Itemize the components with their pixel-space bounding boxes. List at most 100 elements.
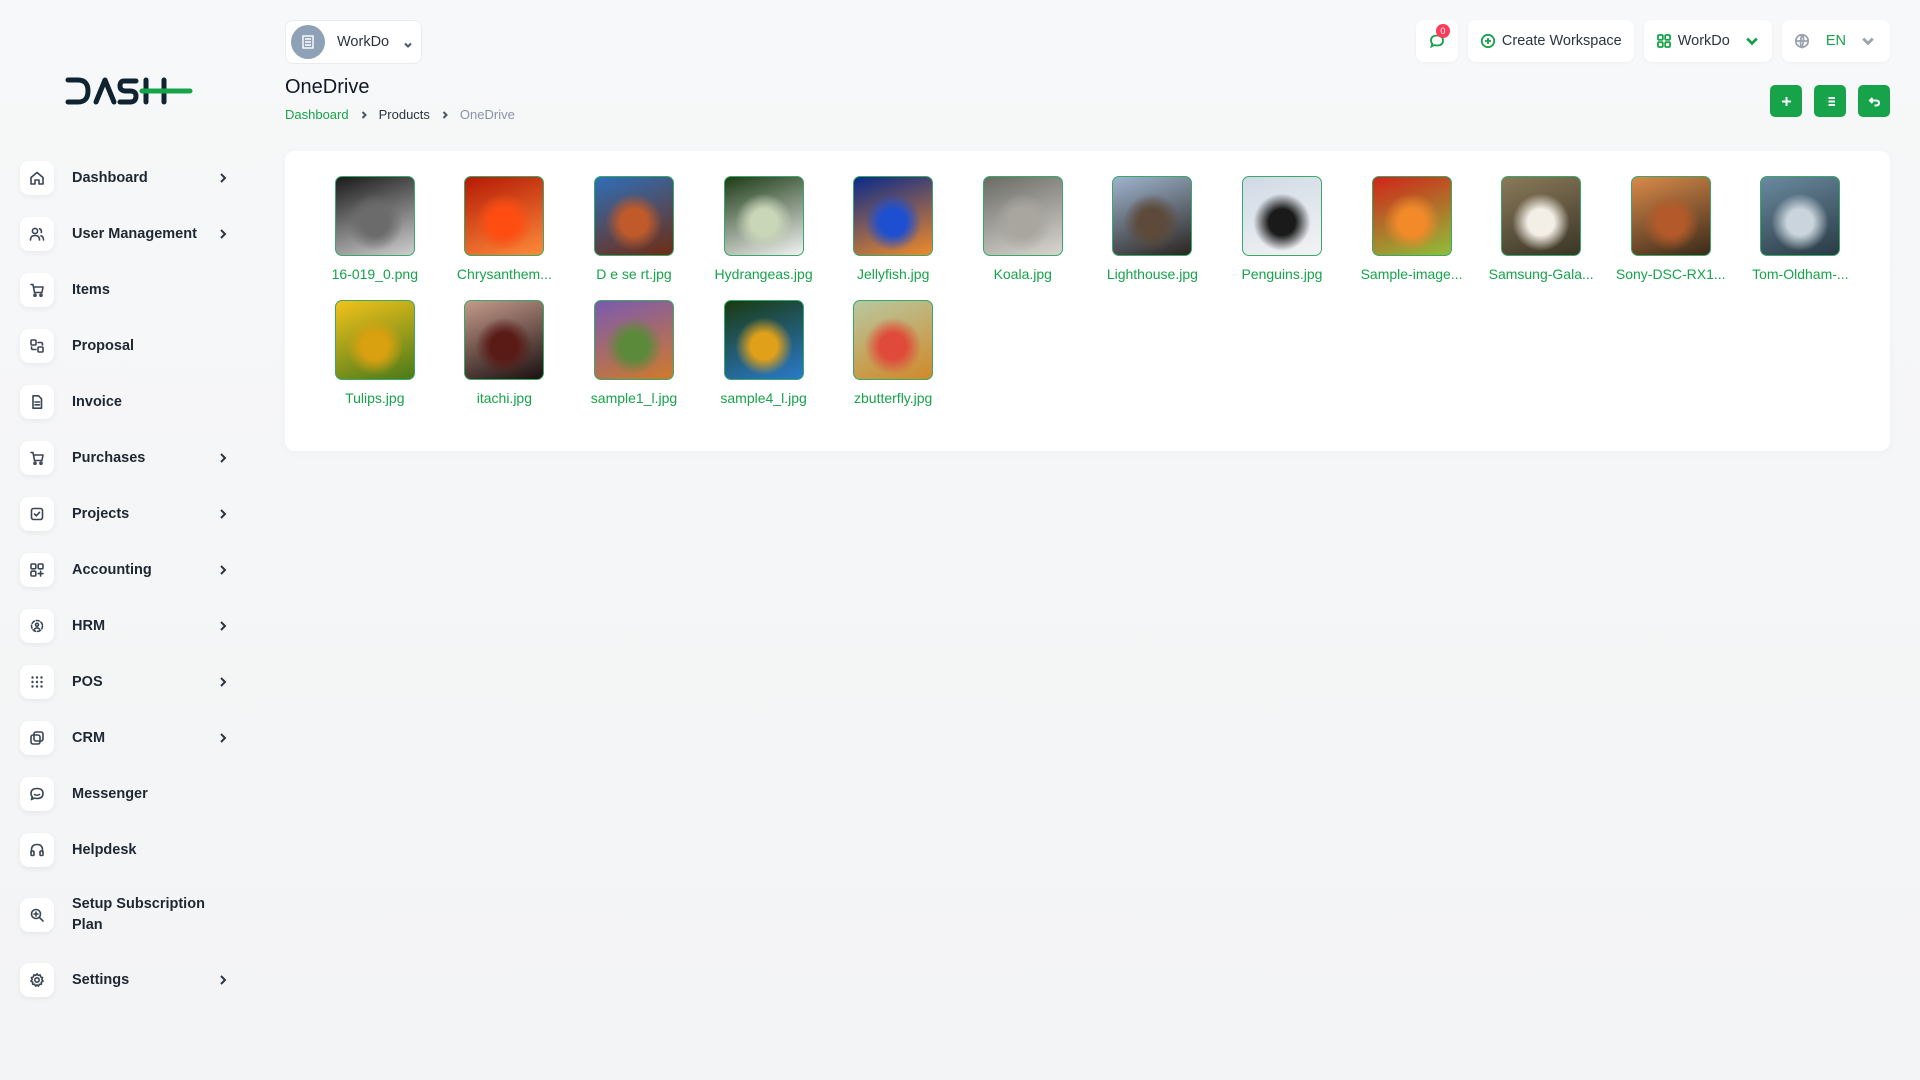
file-name: Tom-Oldham-... — [1752, 266, 1849, 282]
file-item[interactable]: Samsung-Gala... — [1476, 176, 1606, 282]
building-icon — [302, 35, 314, 49]
topbar-actions: 0 Create Workspace WorkDo EN — [1415, 20, 1890, 62]
dots-grid-icon — [20, 665, 54, 699]
sidebar-item-label: CRM — [72, 729, 106, 746]
file-item[interactable]: Tom-Oldham-... — [1736, 176, 1866, 282]
sidebar-item-settings[interactable]: Settings — [20, 952, 240, 1008]
search-plan-icon — [20, 898, 54, 932]
sidebar-item-label: Purchases — [72, 449, 146, 466]
invoice-icon — [20, 385, 54, 419]
sidebar-item-crm[interactable]: CRM — [20, 710, 240, 766]
file-item[interactable]: Penguins.jpg — [1217, 176, 1347, 282]
sidebar-item-pos[interactable]: POS — [20, 654, 240, 710]
globe-icon — [1794, 33, 1809, 49]
file-grid: 16-019_0.png Chrysanthem... D e se rt.jpg H… — [310, 176, 1865, 406]
sidebar-item-items[interactable]: Items — [20, 262, 240, 318]
home-icon — [20, 161, 54, 195]
apps-icon — [1656, 34, 1671, 48]
create-workspace-button[interactable]: Create Workspace — [1467, 20, 1634, 62]
sidebar-item-projects[interactable]: Projects — [20, 486, 240, 542]
file-item[interactable]: sample1_l.jpg — [569, 300, 699, 406]
sidebar-item-label: Settings — [72, 971, 130, 988]
file-thumbnail — [334, 300, 415, 380]
file-item[interactable]: Lighthouse.jpg — [1088, 176, 1218, 282]
file-name: Lighthouse.jpg — [1106, 266, 1198, 282]
file-name: Sony-DSC-RX1... — [1615, 266, 1726, 282]
add-button[interactable] — [1770, 85, 1802, 117]
chevron-down-icon — [1744, 33, 1760, 49]
page-actions — [1770, 85, 1890, 117]
file-item[interactable]: Chrysanthem... — [440, 176, 570, 282]
cart-icon — [20, 441, 54, 475]
file-name: Koala.jpg — [993, 266, 1052, 282]
back-arrow-icon — [1868, 96, 1880, 106]
file-item[interactable]: Koala.jpg — [958, 176, 1088, 282]
chevron-down-icon — [403, 37, 413, 48]
file-thumbnail — [593, 176, 674, 256]
breadcrumb-products[interactable]: Products — [379, 107, 430, 122]
back-button[interactable] — [1858, 85, 1890, 117]
sidebar-item-invoice[interactable]: Invoice — [20, 374, 240, 430]
sidebar-item-messenger[interactable]: Messenger — [20, 766, 240, 822]
file-item[interactable]: D e se rt.jpg — [569, 176, 699, 282]
workspace-name: WorkDo — [337, 34, 390, 50]
file-name: Hydrangeas.jpg — [714, 266, 813, 282]
file-thumbnail — [723, 176, 804, 256]
sidebar-item-label: Setup Subscription Plan — [72, 896, 205, 933]
check-square-icon — [20, 497, 54, 531]
cart-icon — [20, 273, 54, 307]
file-item[interactable]: zbutterfly.jpg — [828, 300, 958, 406]
chevron-right-icon — [216, 451, 230, 465]
file-thumbnail — [464, 176, 545, 256]
sidebar-item-purchases[interactable]: Purchases — [20, 430, 240, 486]
file-item[interactable]: sample4_l.jpg — [699, 300, 829, 406]
file-thumbnail — [464, 300, 545, 380]
list-view-button[interactable] — [1814, 85, 1846, 117]
sidebar-item-dashboard[interactable]: Dashboard — [20, 150, 240, 206]
chevron-right-icon — [216, 619, 230, 633]
breadcrumb-dashboard[interactable]: Dashboard — [285, 107, 349, 122]
file-item[interactable]: Hydrangeas.jpg — [699, 176, 829, 282]
sidebar-item-helpdesk[interactable]: Helpdesk — [20, 822, 240, 878]
file-thumbnail — [1630, 176, 1711, 256]
file-item[interactable]: Jellyfish.jpg — [828, 176, 958, 282]
gear-icon — [20, 963, 54, 997]
sidebar-item-accounting[interactable]: Accounting — [20, 542, 240, 598]
file-name: Sample-image... — [1360, 266, 1463, 282]
sidebar-item-setup-subscription-plan[interactable]: Setup Subscription Plan — [20, 878, 240, 952]
chevron-right-icon — [216, 563, 230, 577]
sidebar-item-label: Proposal — [72, 337, 135, 354]
file-thumbnail — [723, 300, 804, 380]
file-name: itachi.jpg — [476, 390, 533, 406]
sidebar-item-label: POS — [72, 673, 103, 690]
create-workspace-label: Create Workspace — [1501, 33, 1622, 49]
proposal-icon — [20, 329, 54, 363]
sidebar-item-label: User Management — [72, 225, 197, 242]
file-thumbnail — [853, 300, 934, 380]
file-item[interactable]: itachi.jpg — [440, 300, 570, 406]
workspace-switcher[interactable]: WorkDo — [285, 20, 422, 64]
message-count-badge: 0 — [1435, 24, 1450, 38]
sidebar-item-label: Helpdesk — [72, 841, 137, 858]
dash-logo[interactable] — [64, 74, 194, 108]
file-item[interactable]: Sample-image... — [1347, 176, 1477, 282]
file-item[interactable]: Tulips.jpg — [310, 300, 440, 406]
file-thumbnail — [1241, 176, 1322, 256]
language-selector[interactable]: EN — [1781, 20, 1890, 62]
sidebar: Dashboard User Management Items Proposal… — [0, 0, 264, 1080]
sidebar-item-user-management[interactable]: User Management — [20, 206, 240, 262]
file-thumbnail — [982, 176, 1063, 256]
sidebar-item-proposal[interactable]: Proposal — [20, 318, 240, 374]
file-thumbnail — [853, 176, 934, 256]
files-card: 16-019_0.png Chrysanthem... D e se rt.jpg H… — [285, 151, 1890, 451]
language-label: EN — [1825, 33, 1846, 49]
chevron-right-icon — [216, 675, 230, 689]
file-item[interactable]: 16-019_0.png — [310, 176, 440, 282]
file-item[interactable]: Sony-DSC-RX1... — [1606, 176, 1736, 282]
file-thumbnail — [1501, 176, 1582, 256]
messages-button[interactable]: 0 — [1415, 20, 1458, 62]
chevron-right-icon — [440, 110, 450, 120]
workspace-menu-button[interactable]: WorkDo — [1643, 20, 1772, 62]
sidebar-item-hrm[interactable]: HRM — [20, 598, 240, 654]
file-name: D e se rt.jpg — [596, 266, 672, 282]
